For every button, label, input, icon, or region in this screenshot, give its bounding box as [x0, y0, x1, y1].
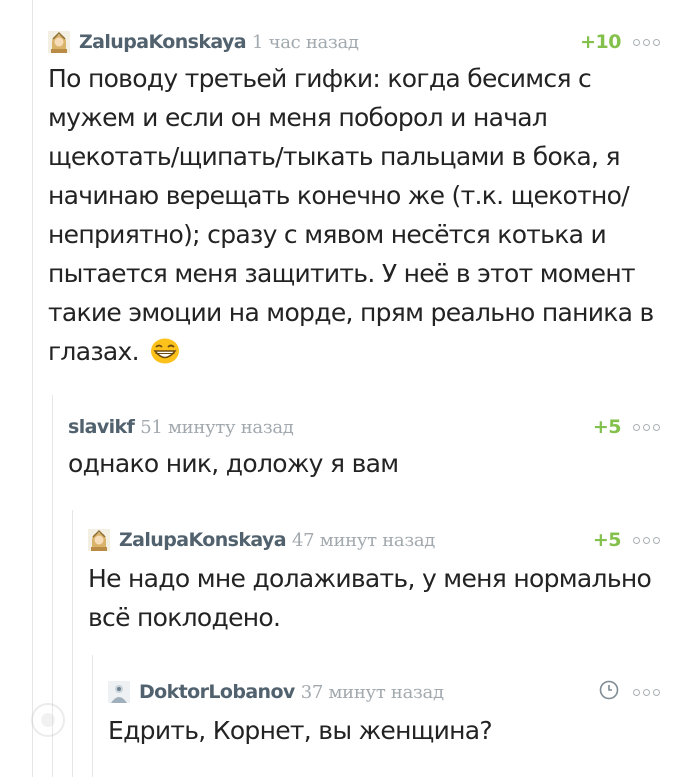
comment-time[interactable]: 1 час назад — [252, 32, 359, 53]
avatar[interactable] — [48, 31, 70, 53]
more-dots-icon[interactable] — [633, 536, 660, 544]
comment: ZalupaKonskaya 47 минут назад +5 Не надо… — [88, 527, 660, 637]
thread-indent-line — [32, 0, 33, 777]
comment: DoktorLobanov 37 минут назад Едрить, Кор… — [108, 679, 660, 750]
author-name[interactable]: ZalupaKonskaya — [119, 529, 287, 551]
comment-text: По поводу третьей гифки: когда бесимся с… — [48, 64, 654, 366]
grinning-face-icon — [150, 336, 180, 375]
comment-body: Не надо мне долаживать, у меня нормально… — [88, 564, 652, 632]
comment-thread: ZalupaKonskaya 1 час назад +10 По поводу… — [0, 0, 700, 777]
author-name[interactable]: slavikf — [68, 416, 135, 438]
comment-rating: +5 — [592, 529, 622, 551]
comment-header: ZalupaKonskaya 1 час назад +10 — [48, 29, 660, 55]
comment-header: slavikf 51 минуту назад +5 — [68, 414, 660, 440]
comment-time[interactable]: 47 минут назад — [292, 530, 435, 551]
thread-indent-line — [92, 655, 93, 777]
comment-actions: +5 — [593, 527, 660, 553]
avatar[interactable] — [88, 529, 110, 551]
comment-body: По поводу третьей гифки: когда бесимся с… — [48, 59, 660, 375]
more-dots-icon[interactable] — [633, 688, 660, 696]
author-name[interactable]: DoktorLobanov — [139, 681, 295, 703]
comment: ZalupaKonskaya 1 час назад +10 По поводу… — [48, 29, 660, 375]
comment-header: ZalupaKonskaya 47 минут назад +5 — [88, 527, 660, 553]
comment-rating: +10 — [580, 31, 621, 53]
avatar[interactable] — [108, 681, 130, 703]
more-dots-icon[interactable] — [633, 38, 660, 46]
comment-time[interactable]: 37 минут назад — [301, 682, 444, 703]
comment-actions — [599, 679, 660, 705]
watermark-logo-icon — [30, 702, 66, 743]
thread-indent-line — [72, 510, 73, 777]
comment-rating: +5 — [592, 416, 622, 438]
clock-icon — [599, 680, 619, 705]
comment-body: Едрить, Корнет, вы женщина? — [108, 716, 493, 745]
comment-body: однако ник, доложу я вам — [68, 449, 399, 478]
more-dots-icon[interactable] — [633, 423, 660, 431]
author-name[interactable]: ZalupaKonskaya — [79, 31, 247, 53]
comment-time[interactable]: 51 минуту назад — [140, 417, 294, 438]
comment-actions: +5 — [593, 414, 660, 440]
comment-header: DoktorLobanov 37 минут назад — [108, 679, 660, 705]
comment: slavikf 51 минуту назад +5 однако ник, д… — [68, 414, 660, 483]
comment-actions: +10 — [580, 29, 660, 55]
